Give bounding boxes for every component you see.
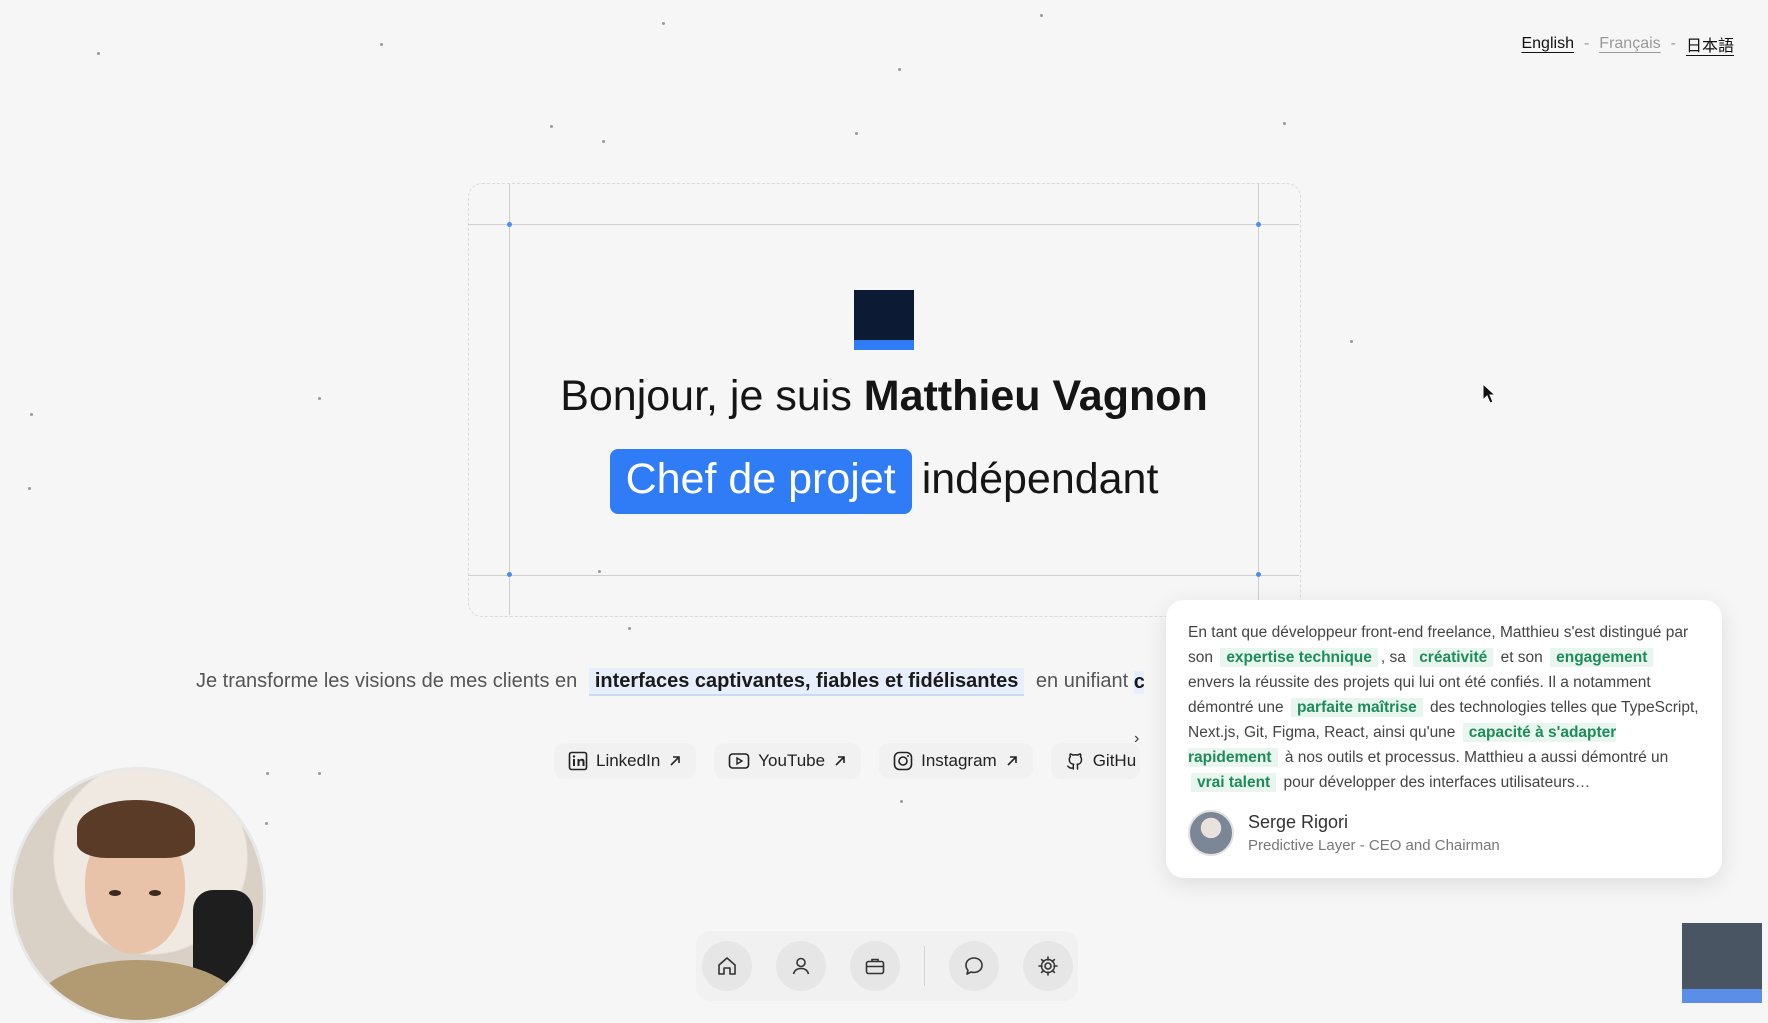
tagline-highlight: interfaces captivantes, fiables et fidél… xyxy=(588,668,1025,696)
settings-icon xyxy=(1037,956,1058,976)
user-icon xyxy=(792,957,809,975)
chevron-right-icon[interactable]: › xyxy=(1134,730,1139,748)
testimonial-card: En tant que développeur front-end freela… xyxy=(1166,600,1722,878)
role-rest: indépendant xyxy=(921,455,1159,503)
guide-anchor xyxy=(507,572,512,577)
tagline-before: Je transforme les visions de mes clients… xyxy=(196,670,578,692)
bottom-nav xyxy=(696,931,1078,1001)
avatar xyxy=(1188,810,1234,856)
external-link-icon xyxy=(835,756,845,766)
guide-anchor xyxy=(507,222,512,227)
instagram-label: Instagram xyxy=(921,751,997,770)
lang-separator: - xyxy=(1670,35,1676,52)
home-icon xyxy=(717,957,736,975)
webcam-eye xyxy=(109,890,121,896)
social-links: LinkedIn YouTube Instagram GitHu xyxy=(554,743,1141,779)
webcam-hair xyxy=(77,800,195,858)
guide-line xyxy=(468,575,1299,576)
nav-home-button[interactable] xyxy=(701,941,752,991)
language-switcher: English - Français - 日本語 xyxy=(1521,32,1734,56)
tagline-after: en unifiant xyxy=(1035,670,1129,692)
external-link-icon xyxy=(1007,756,1017,766)
testimonial-keyword: vrai talent xyxy=(1191,773,1277,792)
tagline-clipped: c xyxy=(1133,671,1144,694)
floating-thumbnail[interactable] xyxy=(1682,923,1762,1003)
lang-separator: - xyxy=(1583,35,1590,52)
tagline: Je transforme les visions de mes clients… xyxy=(196,668,1144,696)
site-logo xyxy=(854,290,914,350)
testimonial-keyword: expertise technique xyxy=(1220,648,1378,667)
hero-role: Chef de projet indépendant xyxy=(0,449,1768,514)
testimonial-keyword: parfaite maîtrise xyxy=(1290,698,1423,717)
hero-greeting: Bonjour, je suis xyxy=(560,372,852,420)
guide-anchor xyxy=(1256,222,1261,227)
youtube-link[interactable]: YouTube xyxy=(714,743,862,779)
testimonial-keyword: créativité xyxy=(1413,648,1494,667)
github-label: GitHu xyxy=(1092,751,1137,770)
webcam-eye xyxy=(149,890,161,896)
youtube-label: YouTube xyxy=(758,751,826,770)
author-role: Predictive Layer - CEO and Chairman xyxy=(1248,837,1500,854)
nav-divider xyxy=(923,946,925,986)
testimonial-segment: et son xyxy=(1500,649,1543,666)
guide-line xyxy=(468,224,1299,225)
chat-icon xyxy=(964,957,983,975)
linkedin-icon xyxy=(568,751,588,771)
github-link[interactable]: GitHu xyxy=(1050,743,1141,779)
testimonial-text: En tant que développeur front-end freela… xyxy=(1188,620,1700,795)
author-name: Serge Rigori xyxy=(1248,812,1349,832)
testimonial-author: Serge Rigori Predictive Layer - CEO and … xyxy=(1188,810,1500,856)
testimonial-segment: pour développer des interfaces utilisate… xyxy=(1283,774,1591,791)
hero-name: Matthieu Vagnon xyxy=(863,372,1208,420)
lang-english-link[interactable]: English xyxy=(1521,35,1573,53)
role-highlight: Chef de projet xyxy=(609,449,912,514)
linkedin-link[interactable]: LinkedIn xyxy=(554,743,697,779)
testimonial-segment: à nos outils et processus. Matthieu a au… xyxy=(1284,749,1669,766)
hero-headline: Bonjour, je suis Matthieu Vagnon xyxy=(0,372,1768,421)
linkedin-label: LinkedIn xyxy=(596,751,661,770)
nav-projects-button[interactable] xyxy=(849,941,900,991)
mouse-cursor-icon xyxy=(1482,383,1496,404)
testimonial-keyword: engagement xyxy=(1550,648,1654,667)
nav-settings-button[interactable] xyxy=(1022,941,1073,991)
youtube-icon xyxy=(728,753,750,769)
briefcase-icon xyxy=(865,958,884,975)
github-icon xyxy=(1066,753,1082,770)
guide-anchor xyxy=(1256,572,1261,577)
lang-japanese-link[interactable]: 日本語 xyxy=(1686,32,1734,56)
nav-contact-button[interactable] xyxy=(948,941,999,991)
testimonial-segment: , sa xyxy=(1380,649,1406,666)
external-link-icon xyxy=(670,756,681,766)
instagram-icon xyxy=(893,751,913,771)
instagram-link[interactable]: Instagram xyxy=(879,743,1033,779)
webcam-overlay xyxy=(10,767,266,1023)
nav-about-button[interactable] xyxy=(775,941,826,991)
lang-french-link[interactable]: Français xyxy=(1599,35,1660,53)
